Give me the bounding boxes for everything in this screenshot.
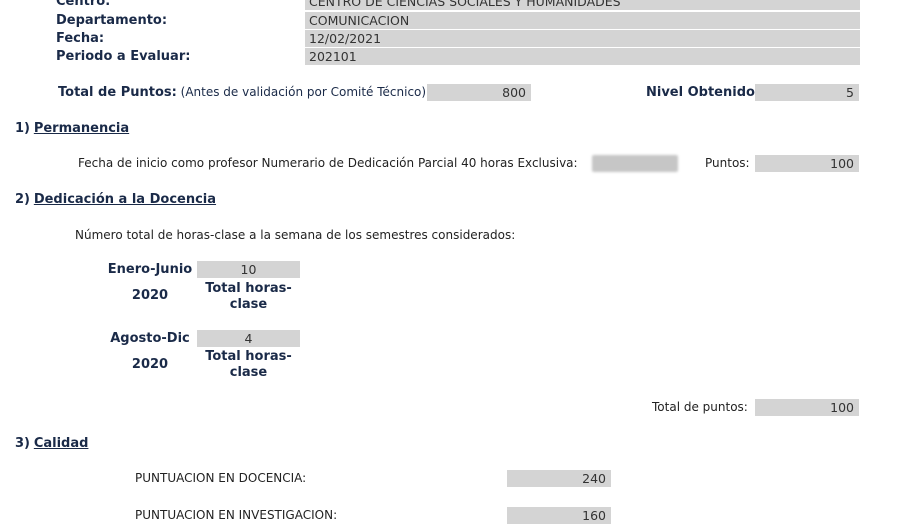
unit-line-1: Total horas-	[205, 349, 292, 364]
docencia-total-label: Total de puntos:	[652, 400, 748, 414]
docencia-total-value: 100	[755, 399, 859, 416]
puntuacion-docencia-label: PUNTUACION EN DOCENCIA:	[135, 471, 307, 485]
section-title[interactable]: Permanencia	[34, 121, 129, 136]
nivel-obtenido-label: Nivel Obtenido:	[646, 85, 761, 100]
semestre-horas-value: 10	[197, 261, 300, 278]
semestre-horas-value: 4	[197, 330, 300, 347]
periodo-value: 202101	[305, 48, 860, 65]
fecha-value: 12/02/2021	[305, 30, 860, 47]
permanencia-puntos-value: 100	[755, 155, 859, 172]
section-number: 2)	[15, 192, 30, 207]
centro-value: CENTRO DE CIENCIAS SOCIALES Y HUMANIDADE…	[305, 0, 860, 10]
total-puntos-note: (Antes de validación por Comité Técnico)	[180, 85, 427, 99]
section-calidad-heading: 3) Calidad	[15, 436, 88, 451]
fecha-inicio-label: Fecha de inicio como profesor Numerario …	[78, 156, 578, 170]
docencia-intro: Número total de horas-clase a la semana …	[75, 228, 516, 242]
section-number: 3)	[15, 436, 30, 451]
semestre-unit: Total horas- clase	[197, 349, 300, 381]
semestre-label: Enero-Junio	[107, 262, 193, 277]
puntuacion-investigacion-label: PUNTUACION EN INVESTIGACION:	[135, 508, 338, 522]
semestre-year: 2020	[131, 357, 169, 372]
unit-line-2: clase	[229, 297, 268, 312]
departamento-label: Departamento:	[56, 13, 168, 28]
section-title[interactable]: Calidad	[34, 436, 89, 451]
centro-label: Centro:	[56, 0, 111, 9]
nivel-obtenido-value: 5	[755, 84, 859, 101]
section-docencia-heading: 2) Dedicación a la Docencia	[15, 192, 216, 207]
fecha-label: Fecha:	[56, 31, 105, 46]
fecha-inicio-value-redacted	[592, 155, 678, 172]
semestre-label: Agosto-Dic	[110, 331, 190, 346]
total-puntos-row: Total de Puntos: (Antes de validación po…	[58, 85, 426, 100]
departamento-value: COMUNICACION	[305, 12, 860, 29]
section-title[interactable]: Dedicación a la Docencia	[34, 192, 216, 207]
unit-line-1: Total horas-	[205, 281, 292, 296]
total-puntos-label: Total de Puntos:	[58, 85, 177, 100]
puntuacion-docencia-value: 240	[507, 470, 611, 487]
section-permanencia-heading: 1) Permanencia	[15, 121, 129, 136]
section-number: 1)	[15, 121, 30, 136]
puntuacion-investigacion-value: 160	[507, 507, 611, 524]
unit-line-2: clase	[229, 365, 268, 380]
permanencia-puntos-label: Puntos:	[705, 156, 750, 170]
total-puntos-value: 800	[427, 84, 531, 101]
periodo-label: Periodo a Evaluar:	[56, 49, 191, 64]
semestre-unit: Total horas- clase	[197, 281, 300, 313]
semestre-year: 2020	[131, 288, 169, 303]
